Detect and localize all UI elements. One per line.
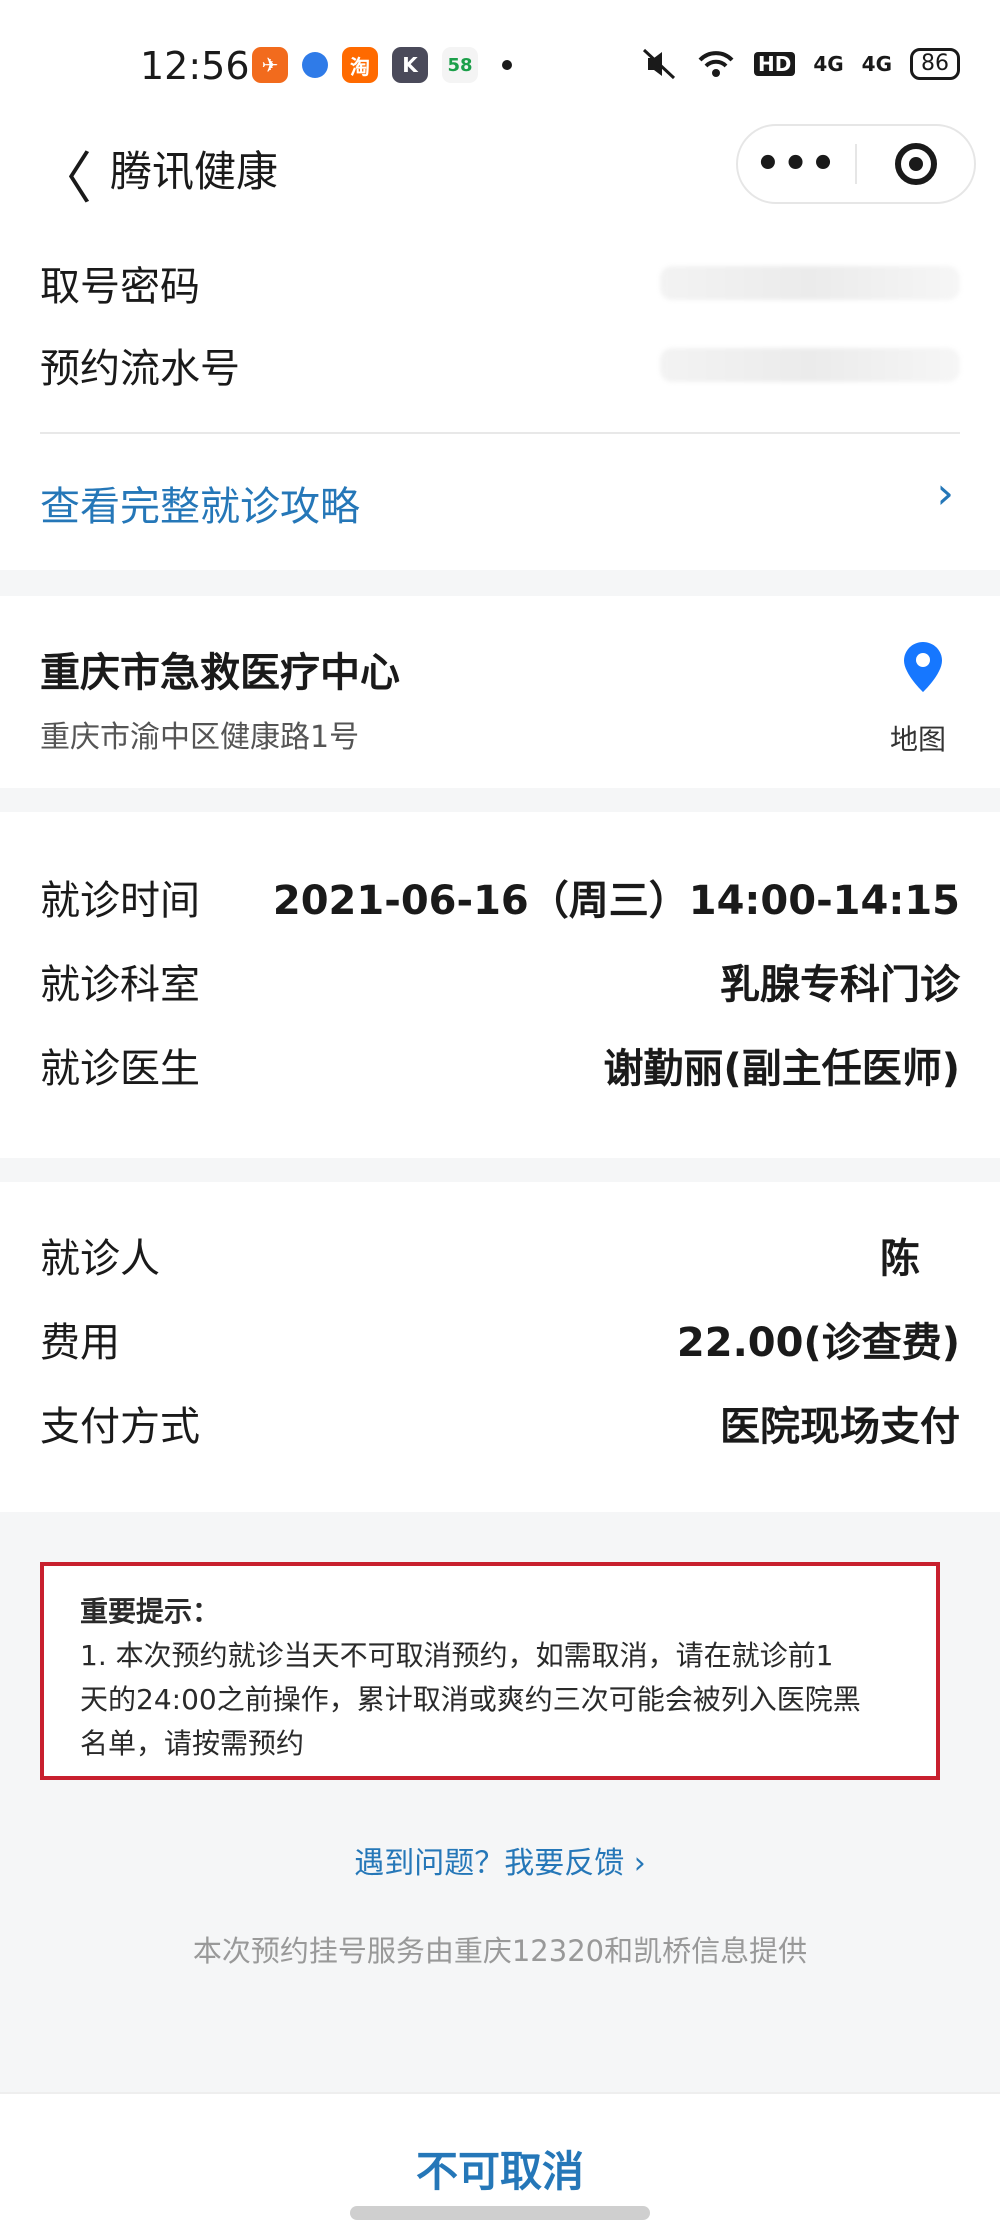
serial-value-redacted <box>660 348 960 382</box>
k-app-icon: K <box>392 47 428 83</box>
notice-line-3: 名单，请按需预约 <box>80 1727 305 1760</box>
password-row: 取号密码 <box>40 254 960 312</box>
payment-label: 支付方式 <box>40 1404 200 1450</box>
circle-app-icon <box>302 52 328 78</box>
patient-row: 就诊人 陈 <box>40 1226 960 1284</box>
more-notifications-dot <box>502 60 512 70</box>
department-value: 乳腺专科门诊 <box>720 962 960 1008</box>
mute-vibrate-icon <box>642 48 675 80</box>
notice-line-2: 天的24:00之前操作，累计取消或爽约三次可能会被列入医院黑 <box>80 1683 861 1716</box>
page-title: 腾讯健康 <box>110 147 279 196</box>
department-label: 就诊科室 <box>40 962 200 1008</box>
status-indicators: HD 4G 4G 86 <box>642 48 960 80</box>
back-icon[interactable]: 〈 <box>36 134 92 215</box>
service-provider-text: 本次预约挂号服务由重庆12320和凯桥信息提供 <box>192 1934 808 1968</box>
serial-row: 预约流水号 <box>40 336 960 394</box>
card-divider <box>40 432 960 434</box>
guide-link[interactable]: 查看完整就诊攻略 <box>40 474 360 532</box>
status-time: 12:56 <box>140 44 250 88</box>
feishu-icon: ✈ <box>252 47 288 83</box>
visit-time-row: 就诊时间 2021-06-16（周三）14:00-14:15 <box>40 868 960 926</box>
visit-time-value: 2021-06-16（周三）14:00-14:15 <box>272 878 960 924</box>
notice-line-1: 1. 本次预约就诊当天不可取消预约，如需取消，请在就诊前1 <box>80 1639 834 1672</box>
ticket-card: 取号密码 预约流水号 查看完整就诊攻略 › <box>0 220 1000 570</box>
close-miniprogram-button[interactable] <box>857 143 974 185</box>
fee-label: 费用 <box>40 1320 120 1366</box>
home-indicator[interactable] <box>350 2206 650 2220</box>
fee-row: 费用 22.00(诊查费) <box>40 1310 960 1368</box>
department-row: 就诊科室 乳腺专科门诊 <box>40 952 960 1010</box>
map-label[interactable]: 地图 <box>890 718 946 758</box>
cancel-disabled-button[interactable]: 不可取消 <box>0 2138 1000 2199</box>
patient-value: 陈 <box>880 1236 920 1282</box>
network-4g-indicator: 4G <box>813 52 844 76</box>
miniprogram-capsule: ••• <box>736 124 976 204</box>
password-label: 取号密码 <box>40 264 200 310</box>
battery-indicator: 86 <box>910 48 960 80</box>
doctor-value: 谢勤丽(副主任医师) <box>603 1046 960 1092</box>
hospital-name: 重庆市急救医疗中心 <box>40 650 400 696</box>
feedback-link[interactable]: 遇到问题？我要反馈 › <box>0 1838 1000 1882</box>
visit-card: 就诊时间 2021-06-16（周三）14:00-14:15 就诊科室 乳腺专科… <box>0 812 1000 1158</box>
serial-label: 预约流水号 <box>40 346 240 392</box>
payment-value: 医院现场支付 <box>720 1404 960 1450</box>
doctor-label: 就诊医生 <box>40 1046 200 1092</box>
bottom-action-bar: 不可取消 <box>0 2092 1000 2222</box>
wifi-icon <box>698 51 734 77</box>
visit-time-label: 就诊时间 <box>40 878 200 924</box>
payment-row: 支付方式 医院现场支付 <box>40 1394 960 1452</box>
nav-bar: 〈 腾讯健康 ••• <box>0 110 1000 220</box>
hd-indicator: HD <box>753 52 796 76</box>
58-app-icon: 58 <box>442 47 478 83</box>
target-icon <box>894 143 937 185</box>
more-options-icon[interactable]: ••• <box>738 141 855 187</box>
patient-card: 就诊人 陈 费用 22.00(诊查费) 支付方式 医院现场支付 <box>0 1182 1000 1512</box>
chevron-right-icon[interactable]: › <box>936 468 954 519</box>
fee-value: 22.00(诊查费) <box>676 1320 960 1366</box>
taobao-icon: 淘 <box>342 47 378 83</box>
map-pin-icon[interactable] <box>904 642 942 692</box>
network-4g-indicator-2: 4G <box>861 52 892 76</box>
notice-title: 重要提示： <box>80 1595 221 1628</box>
doctor-row: 就诊医生 谢勤丽(副主任医师) <box>40 1036 960 1094</box>
patient-label: 就诊人 <box>40 1236 160 1282</box>
hospital-address: 重庆市渝中区健康路1号 <box>40 720 360 755</box>
notification-icons: ✈ 淘 K 58 <box>252 47 512 83</box>
password-value-redacted <box>660 266 960 300</box>
important-notice: 重要提示： 1. 本次预约就诊当天不可取消预约，如需取消，请在就诊前1 天的24… <box>40 1562 940 1780</box>
